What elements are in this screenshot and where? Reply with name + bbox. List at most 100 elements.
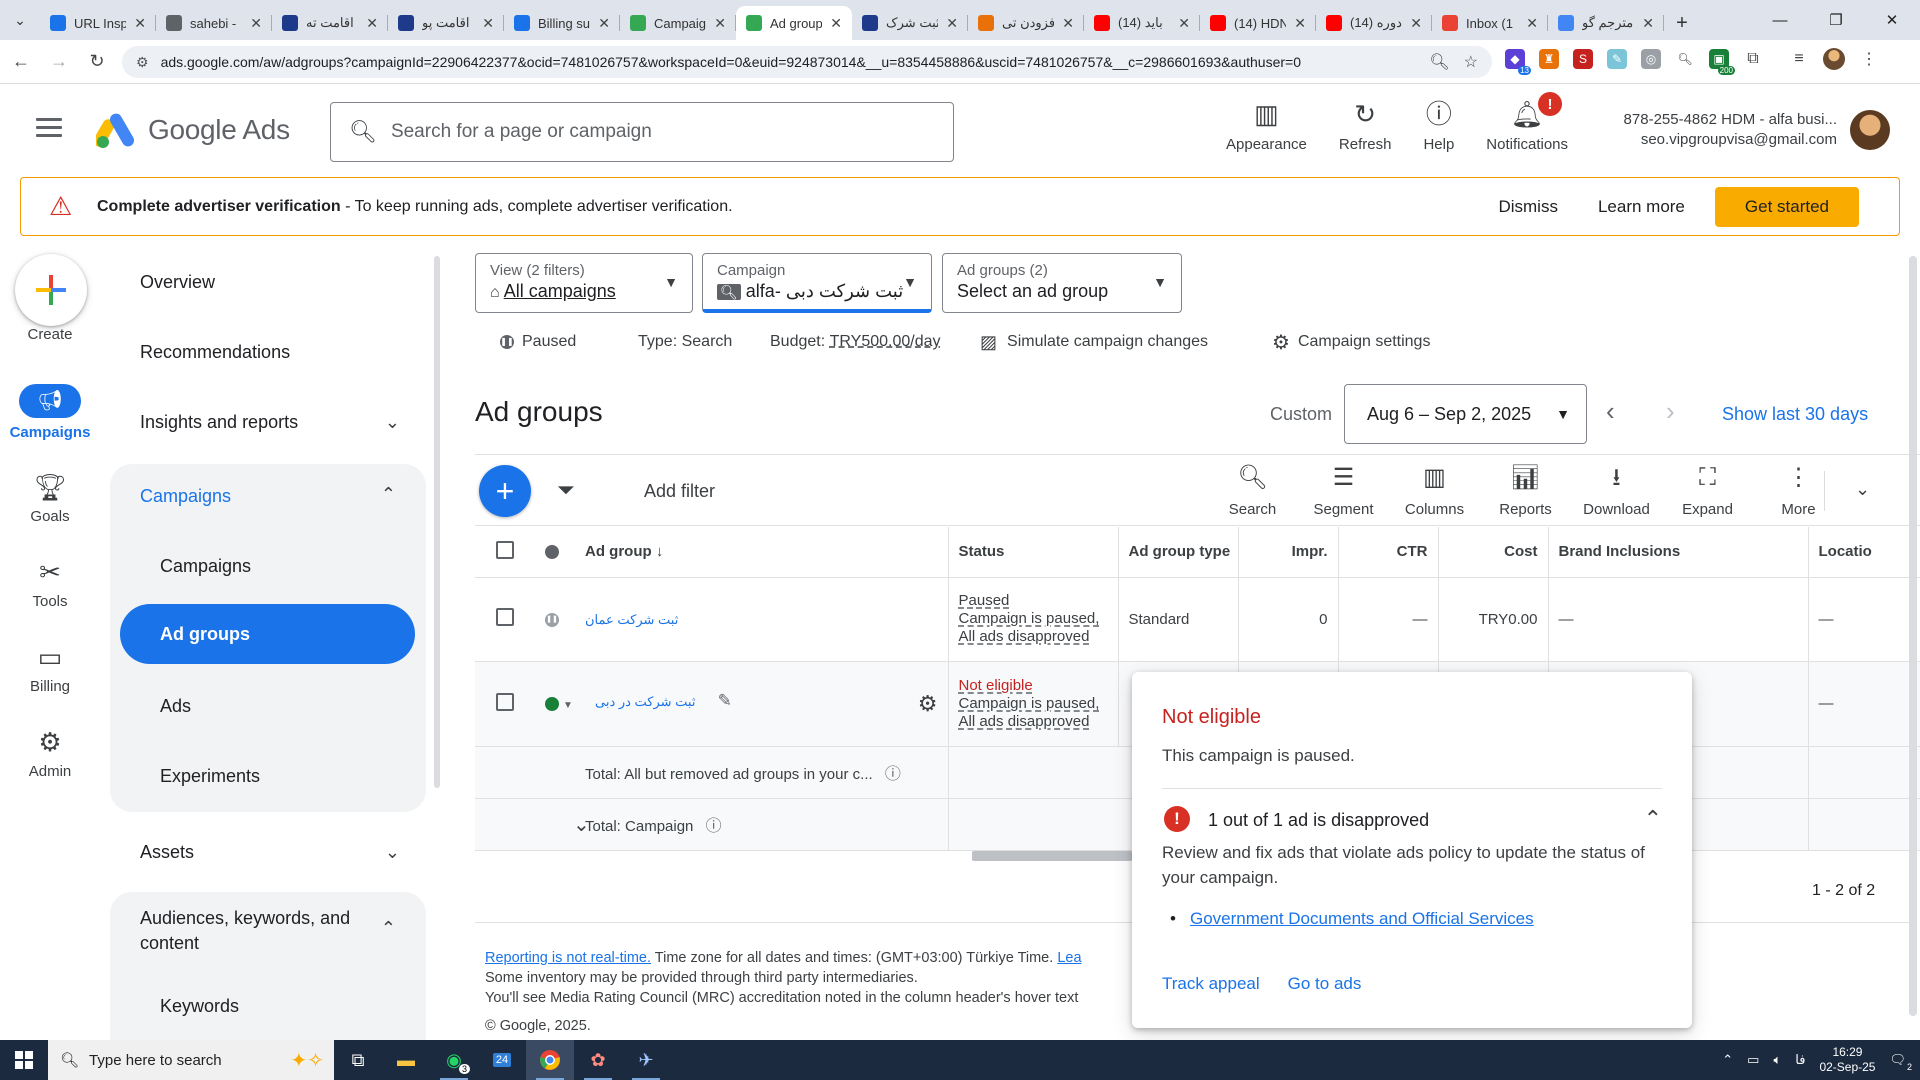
track-appeal-button[interactable]: Track appeal: [1162, 974, 1260, 994]
notifications-button[interactable]: 🔔︎ ! Notifications: [1470, 92, 1584, 153]
help-circle-icon[interactable]: ⓘ: [706, 818, 722, 835]
close-window-icon[interactable]: ✕: [1864, 0, 1920, 40]
segment-tool-button[interactable]: ☰ Segment: [1298, 463, 1389, 518]
close-tab-icon[interactable]: ✕: [830, 15, 842, 32]
close-tab-icon[interactable]: ✕: [714, 15, 726, 32]
zoom-icon[interactable]: 🔍︎: [1429, 52, 1449, 72]
notification-center-icon[interactable]: 🗨︎ 2: [1889, 1052, 1912, 1072]
view-selector[interactable]: View (2 filters) ⌂ All campaigns ▼: [475, 253, 693, 313]
windows-start-icon[interactable]: [0, 1040, 48, 1080]
policy-link[interactable]: Government Documents and Official Servic…: [1170, 909, 1534, 929]
app-icon[interactable]: ✈: [622, 1040, 670, 1080]
main-scrollbar[interactable]: [1909, 256, 1917, 1016]
account-info[interactable]: 878-255-4862 HDM - alfa busi... seo.vipg…: [1592, 110, 1837, 150]
close-tab-icon[interactable]: ✕: [1178, 15, 1190, 32]
browser-tab[interactable]: ثبت شرک ✕: [852, 6, 968, 40]
status-dropdown-icon[interactable]: ▼: [563, 700, 573, 711]
close-tab-icon[interactable]: ✕: [1410, 15, 1422, 32]
chrome-icon[interactable]: [526, 1040, 574, 1080]
chevron-down-icon[interactable]: ⌄: [385, 842, 400, 863]
nav-overview[interactable]: Overview: [140, 272, 215, 293]
simulate-changes-button[interactable]: ▨ Simulate campaign changes: [980, 330, 1208, 354]
filter-icon[interactable]: ⏷: [557, 477, 575, 503]
add-filter-button[interactable]: Add filter: [644, 481, 715, 502]
language-indicator[interactable]: فا: [1795, 1052, 1805, 1068]
help-button[interactable]: ⓘ Help: [1407, 98, 1470, 153]
more-tool-button[interactable]: ⋮ More: [1753, 463, 1844, 518]
tab-search-button[interactable]: ⌄: [0, 0, 40, 40]
forward-icon[interactable]: →: [40, 43, 78, 81]
google-ads-logo[interactable]: Google Ads: [96, 112, 290, 148]
nav-audiences[interactable]: Audiences, keywords, and content: [140, 906, 350, 956]
main-menu-icon[interactable]: [36, 118, 62, 142]
chevron-up-icon[interactable]: ⌃: [381, 484, 396, 505]
extension-icon[interactable]: S: [1573, 49, 1593, 69]
ad-group-name-link[interactable]: ثبت شرکت در دبی: [595, 694, 695, 709]
rail-tools[interactable]: ✂ Tools: [0, 555, 100, 610]
nav-recommendations[interactable]: Recommendations: [140, 342, 290, 363]
search-tool-button[interactable]: 🔍︎ Search: [1207, 463, 1298, 518]
next-period-icon[interactable]: ›: [1666, 396, 1675, 427]
close-tab-icon[interactable]: ✕: [366, 15, 378, 32]
reading-list-icon[interactable]: ≡: [1789, 49, 1809, 69]
minimize-icon[interactable]: —: [1752, 0, 1808, 40]
row-checkbox[interactable]: [496, 692, 514, 711]
col-ad-group-type[interactable]: Ad group type: [1117, 527, 1238, 578]
close-tab-icon[interactable]: ✕: [134, 15, 146, 32]
volume-icon[interactable]: 🔈︎: [1773, 1052, 1781, 1068]
browser-tab[interactable]: اقامت پو ✕: [388, 6, 504, 40]
budget-value[interactable]: TRY500.00/day: [830, 333, 941, 351]
rail-campaigns[interactable]: 📢︎ Campaigns: [0, 384, 100, 441]
nav-campaigns[interactable]: Campaigns: [160, 556, 251, 577]
nav-insights-reports[interactable]: Insights and reports: [140, 412, 298, 433]
table-horizontal-scrollbar[interactable]: [972, 851, 1132, 861]
chevron-down-icon[interactable]: ⌄: [1855, 479, 1870, 500]
columns-tool-button[interactable]: ▥ Columns: [1389, 463, 1480, 518]
row-status[interactable]: Paused: [959, 592, 1108, 610]
browser-tab[interactable]: URL Insp ✕: [40, 6, 156, 40]
rail-goals[interactable]: 🏆︎ Goals: [0, 470, 100, 525]
nav-keywords[interactable]: Keywords: [160, 996, 239, 1017]
col-cost[interactable]: Cost: [1437, 527, 1548, 578]
select-all-checkbox[interactable]: [496, 540, 514, 559]
enabled-status-dot[interactable]: [545, 697, 559, 712]
puzzle-extensions-icon[interactable]: ⧉: [1743, 49, 1763, 69]
browser-tab[interactable]: Ad group ✕: [736, 6, 852, 40]
paused-status-icon[interactable]: ❚❚: [545, 612, 559, 627]
browser-menu-icon[interactable]: ⋮: [1859, 49, 1879, 69]
col-impr[interactable]: Impr.: [1237, 527, 1338, 578]
download-tool-button[interactable]: ⭳ Download: [1571, 463, 1662, 518]
extension-icon[interactable]: ◆ 13: [1505, 49, 1531, 75]
chevron-up-icon[interactable]: ⌃: [1644, 806, 1662, 832]
dismiss-button[interactable]: Dismiss: [1478, 197, 1578, 217]
close-tab-icon[interactable]: ✕: [1062, 15, 1074, 32]
close-tab-icon[interactable]: ✕: [1526, 15, 1538, 32]
go-to-ads-button[interactable]: Go to ads: [1288, 974, 1362, 994]
refresh-button[interactable]: ↻ Refresh: [1323, 98, 1408, 153]
chevron-up-icon[interactable]: ⌃: [381, 918, 396, 939]
browser-tab[interactable]: (14) HDN ✕: [1200, 6, 1316, 40]
browser-tab[interactable]: Campaig ✕: [620, 6, 736, 40]
rail-admin[interactable]: ⚙ Admin: [0, 725, 100, 780]
gear-icon[interactable]: ⚙: [918, 691, 938, 717]
close-tab-icon[interactable]: ✕: [598, 15, 610, 32]
col-location[interactable]: Locatio: [1807, 527, 1920, 578]
add-ad-group-button[interactable]: +: [479, 465, 531, 517]
restore-icon[interactable]: ❐: [1808, 0, 1864, 40]
date-range-picker[interactable]: Aug 6 – Sep 2, 2025 ▼: [1344, 384, 1587, 444]
expand-tool-button[interactable]: ⛶ Expand: [1662, 463, 1753, 518]
get-started-button[interactable]: Get started: [1714, 186, 1859, 227]
learn-more-button[interactable]: Learn more: [1578, 197, 1705, 217]
bookmark-star-icon[interactable]: ☆: [1464, 52, 1478, 72]
nav-experiments[interactable]: Experiments: [160, 766, 260, 787]
ad-group-selector[interactable]: Ad groups (2) Select an ad group ▼: [942, 253, 1182, 313]
task-view-icon[interactable]: ⧉: [334, 1040, 382, 1080]
show-last-30-days-link[interactable]: Show last 30 days: [1722, 404, 1868, 425]
chevron-down-icon[interactable]: ⌄: [385, 412, 400, 433]
account-avatar[interactable]: [1850, 110, 1890, 150]
col-brand-inclusions[interactable]: Brand Inclusions: [1547, 527, 1808, 578]
row-status[interactable]: Not eligible: [959, 677, 1108, 695]
reload-icon[interactable]: ↻: [78, 43, 116, 81]
appearance-button[interactable]: ▥ Appearance: [1210, 98, 1323, 153]
tray-chevron-icon[interactable]: ⌃: [1722, 1052, 1733, 1068]
